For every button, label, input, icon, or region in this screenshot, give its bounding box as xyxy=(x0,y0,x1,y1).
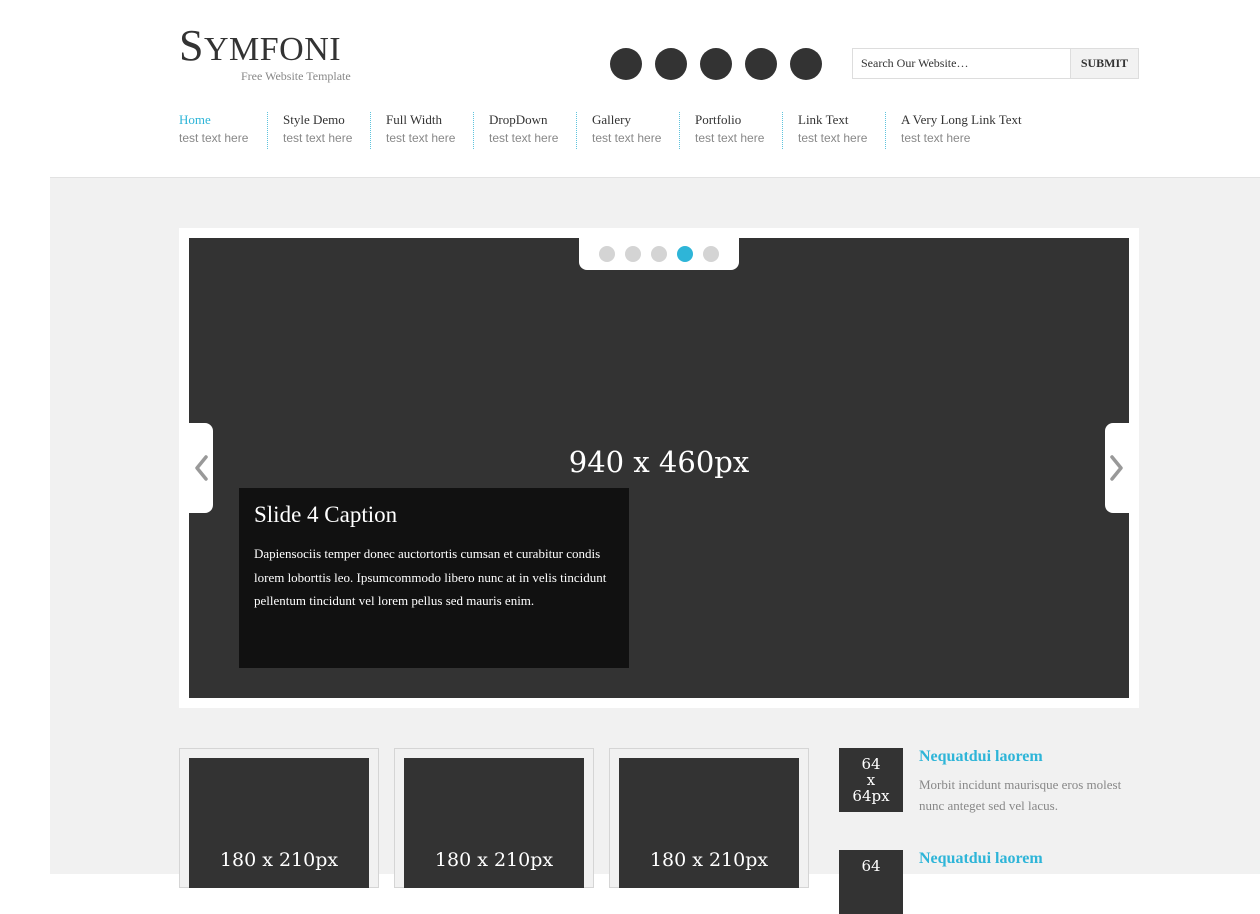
gallery-thumb[interactable]: 180 x 210px xyxy=(179,748,379,888)
nav-subtitle: test text here xyxy=(901,131,971,145)
side-item-title[interactable]: Nequatdui laorem xyxy=(919,850,1043,868)
logo-tagline: Free Website Template xyxy=(241,69,351,83)
gallery-thumb[interactable]: 180 x 210px xyxy=(394,748,594,888)
pager-dot-3[interactable] xyxy=(651,246,667,262)
social-icon-3[interactable] xyxy=(700,48,732,80)
nav-subtitle: test text here xyxy=(592,131,662,145)
chevron-left-icon xyxy=(195,455,208,481)
social-icon-1[interactable] xyxy=(610,48,642,80)
thumb-image: 180 x 210px xyxy=(404,758,584,888)
nav-label: Home xyxy=(179,112,211,127)
nav-item-long-link[interactable]: A Very Long Link Text test text here xyxy=(885,112,1037,149)
social-links xyxy=(610,48,822,80)
thumb-image: 180 x 210px xyxy=(619,758,799,888)
social-icon-5[interactable] xyxy=(790,48,822,80)
main-nav: Home test text here Style Demo test text… xyxy=(179,112,1037,149)
side-thumb-label: 64 xyxy=(861,857,881,875)
search-input[interactable] xyxy=(852,48,1070,79)
submit-button[interactable]: SUBMIT xyxy=(1070,48,1139,79)
nav-subtitle: test text here xyxy=(695,131,765,145)
slider-prev-button[interactable] xyxy=(189,423,213,513)
thumb-image: 180 x 210px xyxy=(189,758,369,888)
nav-subtitle: test text here xyxy=(489,131,559,145)
nav-item-portfolio[interactable]: Portfolio test text here xyxy=(679,112,782,149)
slide-image: 940 x 460px Slide 4 Caption Dapiensociis… xyxy=(189,238,1129,698)
side-item-text: Morbit incidunt maurisque eros molest nu… xyxy=(919,777,1122,813)
nav-label: Full Width xyxy=(386,112,442,127)
caption-text: Dapiensociis temper donec auctortortis c… xyxy=(254,546,607,608)
social-icon-2[interactable] xyxy=(655,48,687,80)
slider-next-button[interactable] xyxy=(1105,423,1129,513)
gallery-thumb[interactable]: 180 x 210px xyxy=(609,748,809,888)
side-item-title[interactable]: Nequatdui laorem xyxy=(919,748,1043,766)
thumb-size-label: 180 x 210px xyxy=(219,849,339,871)
nav-item-style-demo[interactable]: Style Demo test text here xyxy=(267,112,370,149)
side-thumb-image[interactable]: 64 x 64px xyxy=(839,748,903,812)
pager-dot-4[interactable] xyxy=(677,246,693,262)
nav-subtitle: test text here xyxy=(386,131,456,145)
nav-item-dropdown[interactable]: DropDown test text here xyxy=(473,112,576,149)
nav-label: Portfolio xyxy=(695,112,742,127)
site-logo[interactable]: SYMFONI Free Website Template xyxy=(179,21,351,84)
nav-label: Link Text xyxy=(798,112,849,127)
nav-subtitle: test text here xyxy=(179,131,249,145)
side-thumb-label: 64 xyxy=(861,755,881,773)
pager-dot-5[interactable] xyxy=(703,246,719,262)
nav-item-home[interactable]: Home test text here xyxy=(179,112,267,149)
nav-item-full-width[interactable]: Full Width test text here xyxy=(370,112,473,149)
search-form: SUBMIT xyxy=(852,48,1139,79)
caption-title: Slide 4 Caption xyxy=(254,502,398,527)
nav-subtitle: test text here xyxy=(283,131,353,145)
nav-item-gallery[interactable]: Gallery test text here xyxy=(576,112,679,149)
side-thumb-image[interactable]: 64 xyxy=(839,850,903,914)
nav-label: A Very Long Link Text xyxy=(901,112,1022,127)
slider-pager xyxy=(579,238,739,270)
nav-subtitle: test text here xyxy=(798,131,868,145)
pager-dot-2[interactable] xyxy=(625,246,641,262)
chevron-right-icon xyxy=(1110,455,1123,481)
logo-title: SYMFONI xyxy=(179,21,342,70)
nav-label: DropDown xyxy=(489,112,548,127)
social-icon-4[interactable] xyxy=(745,48,777,80)
thumb-size-label: 180 x 210px xyxy=(649,849,769,871)
thumb-size-label: 180 x 210px xyxy=(434,849,554,871)
nav-item-link-text[interactable]: Link Text test text here xyxy=(782,112,885,149)
side-thumb-label: x xyxy=(866,771,876,789)
pager-dot-1[interactable] xyxy=(599,246,615,262)
slide-size-label: 940 x 460px xyxy=(568,445,750,479)
nav-label: Style Demo xyxy=(283,112,345,127)
side-thumb-label: 64px xyxy=(852,787,890,805)
nav-label: Gallery xyxy=(592,112,631,127)
slide-caption: Slide 4 Caption Dapiensociis temper done… xyxy=(239,488,629,668)
